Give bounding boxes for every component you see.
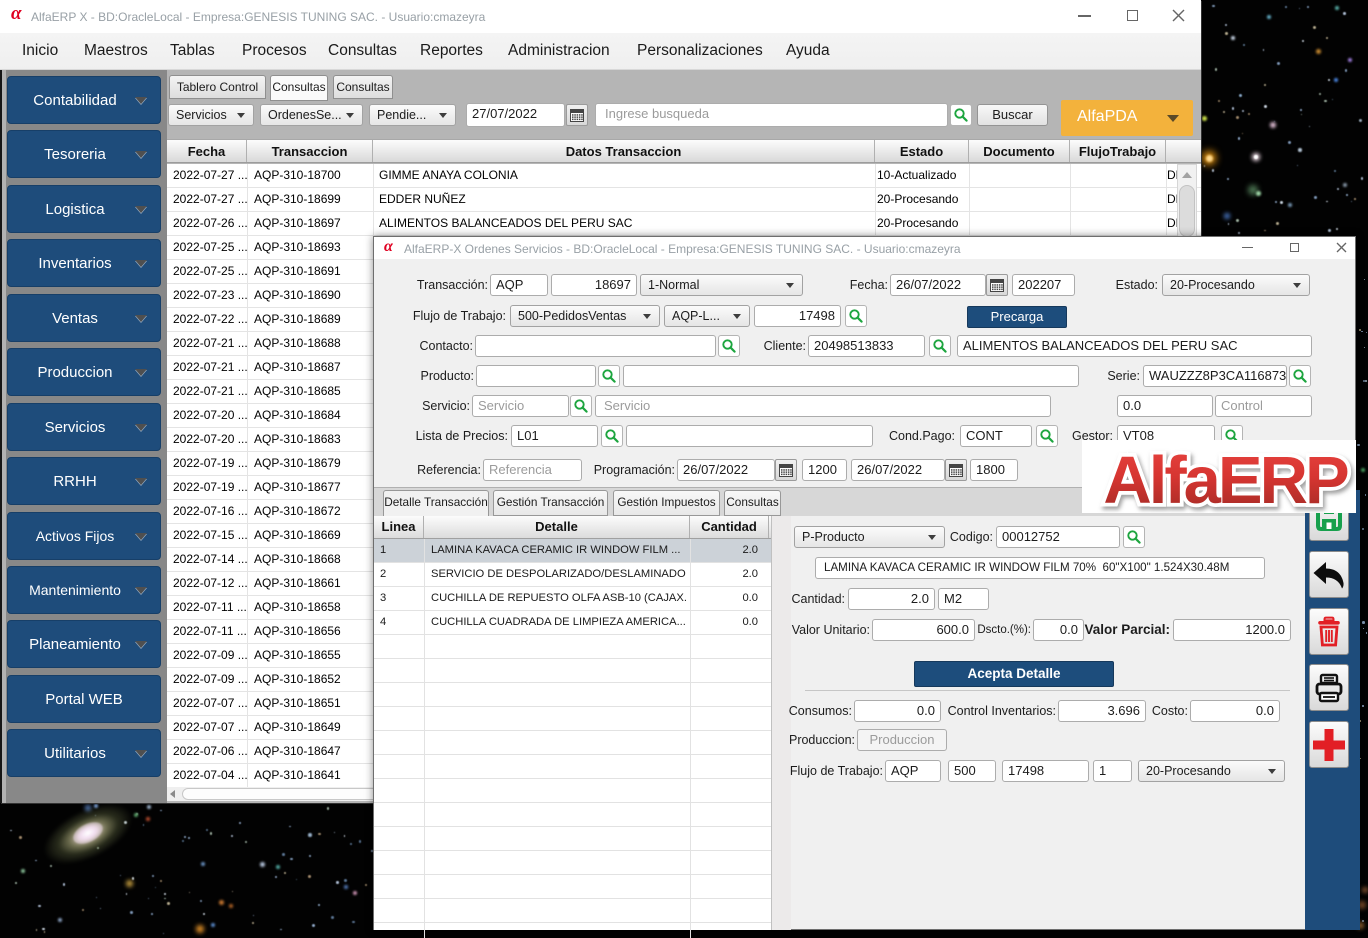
svg-text:AlfaERP: AlfaERP: [1103, 443, 1348, 513]
